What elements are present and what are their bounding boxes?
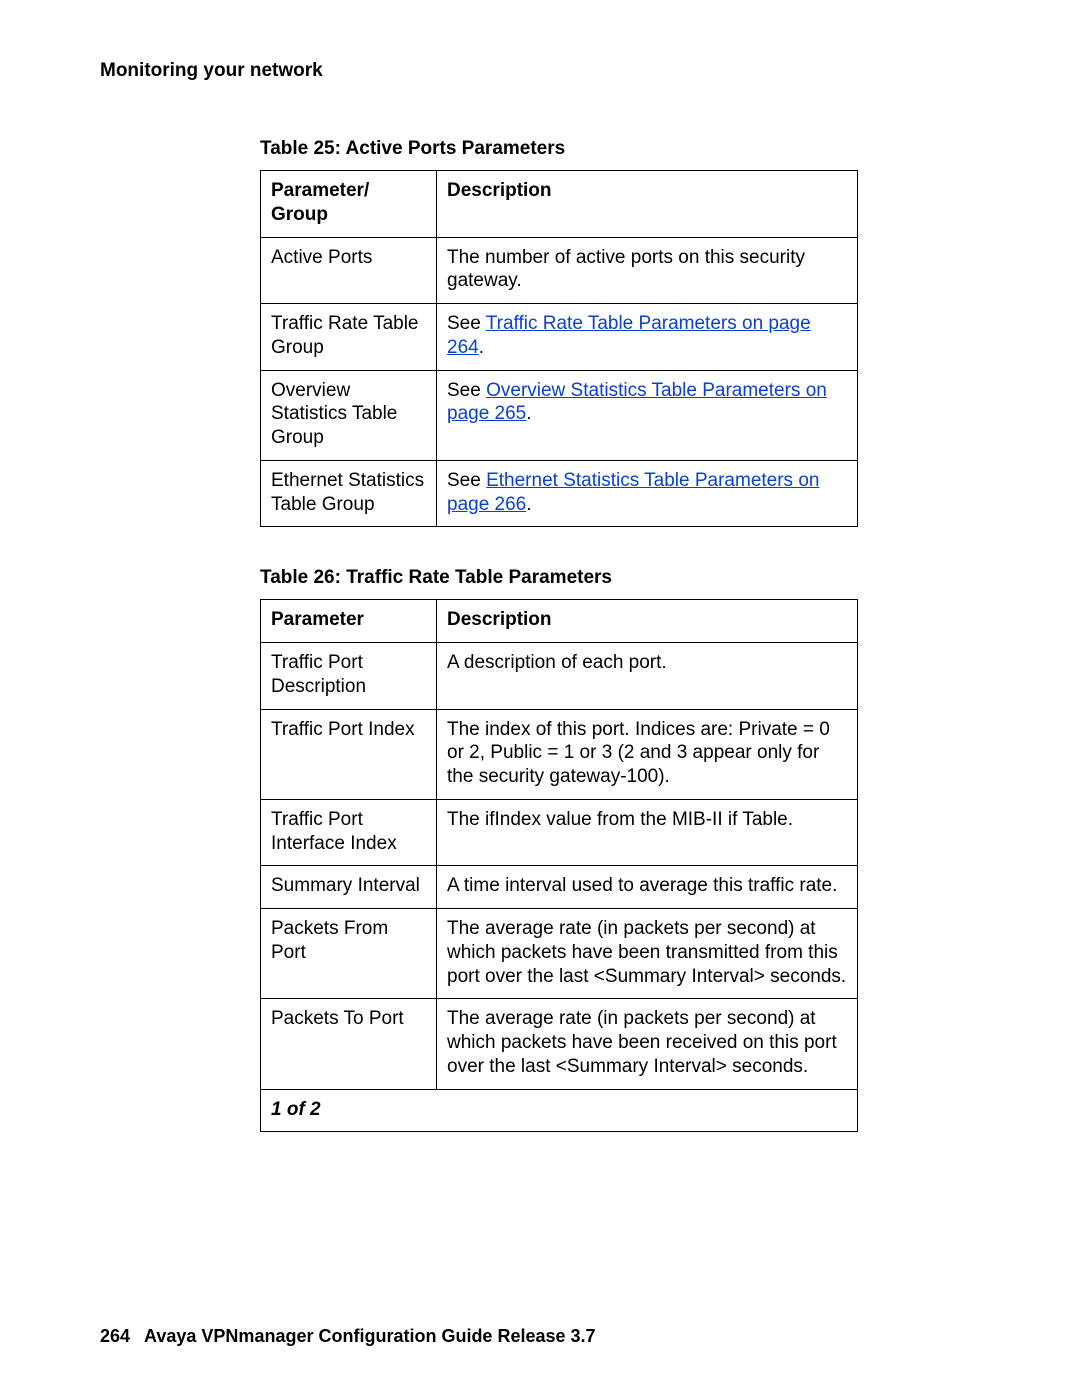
desc-prefix: See <box>447 380 486 401</box>
desc-suffix: . <box>526 494 531 515</box>
table-25-caption: Table 25: Active Ports Parameters <box>260 138 980 160</box>
desc-cell: The average rate (in packets per second)… <box>437 909 858 999</box>
table-pager-row: 1 of 2 <box>261 1089 858 1132</box>
document-page: Monitoring your network Table 25: Active… <box>0 0 1080 1397</box>
table-26-caption: Table 26: Traffic Rate Table Parameters <box>260 567 980 589</box>
table-row: Packets From Port The average rate (in p… <box>261 909 858 999</box>
page-number: 264 <box>100 1326 130 1346</box>
table-row: Active Ports The number of active ports … <box>261 237 858 304</box>
desc-cell: The index of this port. Indices are: Pri… <box>437 709 858 799</box>
cross-ref-link[interactable]: Overview Statistics Table Parameters on … <box>447 380 827 425</box>
table-row: Overview Statistics Table Group See Over… <box>261 370 858 460</box>
table-25-block: Table 25: Active Ports Parameters Parame… <box>260 138 980 527</box>
desc-prefix: See <box>447 313 486 334</box>
param-cell: Ethernet Statistics Table Group <box>261 460 437 527</box>
desc-cell: The average rate (in packets per second)… <box>437 999 858 1089</box>
table-26-block: Table 26: Traffic Rate Table Parameters … <box>260 567 980 1132</box>
section-header: Monitoring your network <box>100 60 980 82</box>
table-row: Traffic Port Index The index of this por… <box>261 709 858 799</box>
desc-cell: See Ethernet Statistics Table Parameters… <box>437 460 858 527</box>
desc-suffix: . <box>479 337 484 358</box>
table-row: Traffic Port Interface Index The ifIndex… <box>261 799 858 866</box>
col-header-description: Description <box>437 171 858 238</box>
desc-cell: The ifIndex value from the MIB-II if Tab… <box>437 799 858 866</box>
param-cell: Packets From Port <box>261 909 437 999</box>
footer-title: Avaya VPNmanager Configuration Guide Rel… <box>144 1326 595 1346</box>
param-cell: Traffic Port Interface Index <box>261 799 437 866</box>
col-header-description: Description <box>437 600 858 643</box>
param-cell: Packets To Port <box>261 999 437 1089</box>
col-header-parameter: Parameter <box>261 600 437 643</box>
desc-cell: See Overview Statistics Table Parameters… <box>437 370 858 460</box>
param-cell: Summary Interval <box>261 866 437 909</box>
desc-prefix: See <box>447 470 486 491</box>
table-row: Summary Interval A time interval used to… <box>261 866 858 909</box>
table-row: Traffic Rate Table Group See Traffic Rat… <box>261 304 858 371</box>
table-25: Parameter/ Group Description Active Port… <box>260 170 858 527</box>
col-header-parameter: Parameter/ Group <box>261 171 437 238</box>
desc-cell: A time interval used to average this tra… <box>437 866 858 909</box>
table-row: Ethernet Statistics Table Group See Ethe… <box>261 460 858 527</box>
param-cell: Traffic Rate Table Group <box>261 304 437 371</box>
table-row: Packets To Port The average rate (in pac… <box>261 999 858 1089</box>
desc-cell: A description of each port. <box>437 643 858 710</box>
desc-suffix: . <box>526 403 531 424</box>
param-cell: Traffic Port Index <box>261 709 437 799</box>
table-header-row: Parameter Description <box>261 600 858 643</box>
desc-cell: See Traffic Rate Table Parameters on pag… <box>437 304 858 371</box>
param-cell: Overview Statistics Table Group <box>261 370 437 460</box>
table-row: Traffic Port Description A description o… <box>261 643 858 710</box>
param-cell: Active Ports <box>261 237 437 304</box>
cross-ref-link[interactable]: Traffic Rate Table Parameters on page 26… <box>447 313 811 358</box>
table-26: Parameter Description Traffic Port Descr… <box>260 599 858 1132</box>
table-header-row: Parameter/ Group Description <box>261 171 858 238</box>
desc-cell: The number of active ports on this secur… <box>437 237 858 304</box>
page-footer: 264 Avaya VPNmanager Configuration Guide … <box>100 1326 596 1347</box>
param-cell: Traffic Port Description <box>261 643 437 710</box>
table-pager: 1 of 2 <box>261 1089 858 1132</box>
cross-ref-link[interactable]: Ethernet Statistics Table Parameters on … <box>447 470 819 515</box>
